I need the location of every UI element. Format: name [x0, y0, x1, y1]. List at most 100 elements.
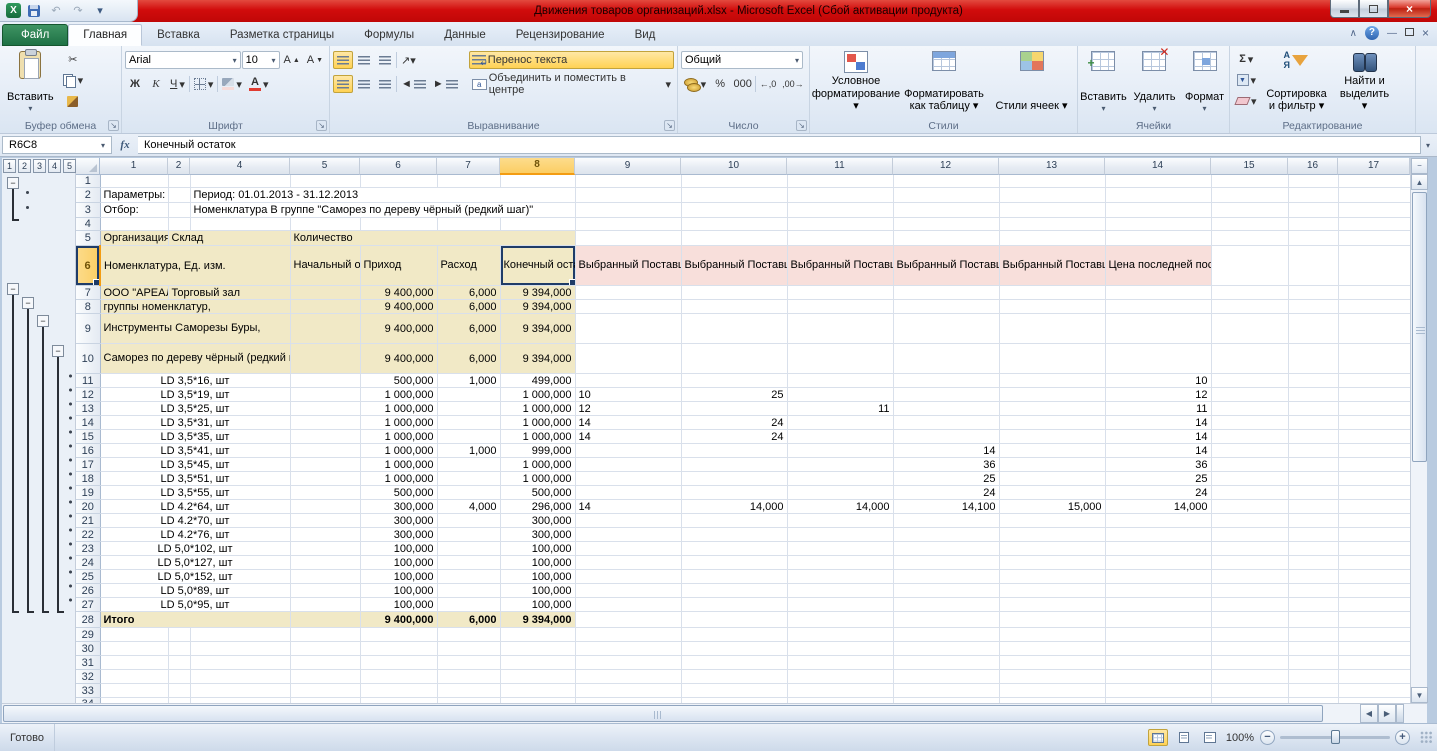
cell[interactable]	[999, 684, 1105, 698]
cell[interactable]	[1288, 656, 1338, 670]
name-box[interactable]: R6C8▾	[2, 136, 112, 154]
cell[interactable]: LD 5,0*95, шт	[100, 598, 290, 612]
cell[interactable]	[999, 514, 1105, 528]
cell[interactable]	[575, 570, 681, 584]
collapse-ribbon-icon[interactable]: ∧	[1350, 28, 1357, 39]
cell[interactable]	[290, 514, 360, 528]
cell[interactable]	[290, 458, 360, 472]
cell[interactable]: 300,000	[500, 528, 575, 542]
cell[interactable]	[1338, 203, 1410, 218]
cell[interactable]: Выбранный Поставщик 1	[575, 246, 681, 286]
cell[interactable]: 9 394,000	[500, 344, 575, 374]
cell[interactable]	[575, 286, 681, 300]
cell[interactable]	[893, 175, 999, 188]
row-header-26[interactable]: 26	[76, 584, 100, 598]
cell[interactable]	[999, 472, 1105, 486]
save-button[interactable]	[25, 3, 43, 19]
row-header-15[interactable]: 15	[76, 430, 100, 444]
vertical-scrollbar[interactable]: − ▲ ▼	[1410, 158, 1427, 703]
cell[interactable]	[575, 175, 681, 188]
cell[interactable]	[1338, 402, 1410, 416]
row-header-2[interactable]: 2	[76, 188, 100, 203]
cell[interactable]	[437, 570, 500, 584]
cell[interactable]: 100,000	[500, 542, 575, 556]
cell[interactable]	[1338, 416, 1410, 430]
cell[interactable]	[893, 286, 999, 300]
cell[interactable]	[168, 203, 190, 218]
cell[interactable]	[1288, 528, 1338, 542]
column-header-10[interactable]: 10	[681, 158, 787, 175]
cell[interactable]	[787, 416, 893, 430]
column-header-16[interactable]: 16	[1288, 158, 1338, 175]
cell[interactable]: LD 3,5*55, шт	[100, 486, 290, 500]
row-header-13[interactable]: 13	[76, 402, 100, 416]
row-header-16[interactable]: 16	[76, 444, 100, 458]
cell[interactable]	[1105, 528, 1211, 542]
cell[interactable]	[1338, 570, 1410, 584]
align-bottom-button[interactable]	[375, 51, 395, 69]
cell[interactable]	[575, 670, 681, 684]
cell[interactable]	[1211, 472, 1288, 486]
minimize-button[interactable]	[1330, 0, 1359, 18]
cell[interactable]	[168, 670, 190, 684]
cell[interactable]	[1105, 218, 1211, 231]
row-header-29[interactable]: 29	[76, 628, 100, 642]
copy-button[interactable]: ▾	[60, 71, 87, 89]
cell[interactable]: 14	[1105, 416, 1211, 430]
cell[interactable]	[1288, 444, 1338, 458]
cell[interactable]: Цена последней поставки	[1105, 246, 1211, 286]
cell[interactable]	[360, 218, 437, 231]
cell[interactable]	[999, 458, 1105, 472]
cell[interactable]	[290, 612, 360, 628]
cell[interactable]	[1288, 218, 1338, 231]
cell[interactable]	[1211, 486, 1288, 500]
cell[interactable]: 1 000,000	[360, 472, 437, 486]
cell[interactable]: 14,000	[787, 500, 893, 514]
column-header-11[interactable]: 11	[787, 158, 893, 175]
cell[interactable]: 14	[1105, 444, 1211, 458]
cell[interactable]	[1288, 458, 1338, 472]
wrap-text-button[interactable]: Перенос текста	[469, 51, 674, 69]
cell[interactable]	[500, 642, 575, 656]
cell[interactable]	[1288, 374, 1338, 388]
cell[interactable]	[100, 175, 168, 188]
cell[interactable]	[999, 642, 1105, 656]
outline-level-3-button[interactable]: 3	[33, 159, 46, 173]
cell[interactable]	[681, 203, 787, 218]
cell[interactable]: 6,000	[437, 286, 500, 300]
cell[interactable]	[1288, 642, 1338, 656]
cell[interactable]	[681, 344, 787, 374]
cell[interactable]	[893, 388, 999, 402]
cell[interactable]	[360, 628, 437, 642]
cell[interactable]	[1211, 598, 1288, 612]
font-name-select[interactable]: Arial▾	[125, 51, 241, 69]
column-header-2[interactable]: 2	[168, 158, 190, 175]
decrease-decimal-button[interactable]: ,00→	[780, 75, 806, 93]
cell[interactable]	[999, 430, 1105, 444]
cell[interactable]	[787, 598, 893, 612]
cell[interactable]	[999, 374, 1105, 388]
cell[interactable]: 296,000	[500, 500, 575, 514]
cell[interactable]	[1211, 670, 1288, 684]
cell[interactable]	[437, 628, 500, 642]
cell[interactable]	[290, 500, 360, 514]
cell[interactable]: LD 5,0*102, шт	[100, 542, 290, 556]
workbook-minimize-icon[interactable]: —	[1387, 28, 1397, 39]
borders-button[interactable]: ▾	[191, 75, 217, 93]
cell[interactable]	[575, 188, 681, 203]
column-header-7[interactable]: 7	[437, 158, 500, 175]
cell[interactable]	[1211, 203, 1288, 218]
cell[interactable]	[575, 556, 681, 570]
row-header-12[interactable]: 12	[76, 388, 100, 402]
cell[interactable]	[1288, 486, 1338, 500]
column-header-15[interactable]: 15	[1211, 158, 1288, 175]
merge-center-button[interactable]: а Объединить и поместить в центре ▾	[469, 75, 674, 93]
cell[interactable]	[893, 612, 999, 628]
cell[interactable]	[1211, 556, 1288, 570]
cell[interactable]	[1288, 598, 1338, 612]
cell[interactable]	[1105, 628, 1211, 642]
cell[interactable]	[575, 231, 681, 246]
cell[interactable]: 300,000	[500, 514, 575, 528]
row-header-18[interactable]: 18	[76, 472, 100, 486]
cell[interactable]: 9 394,000	[500, 612, 575, 628]
